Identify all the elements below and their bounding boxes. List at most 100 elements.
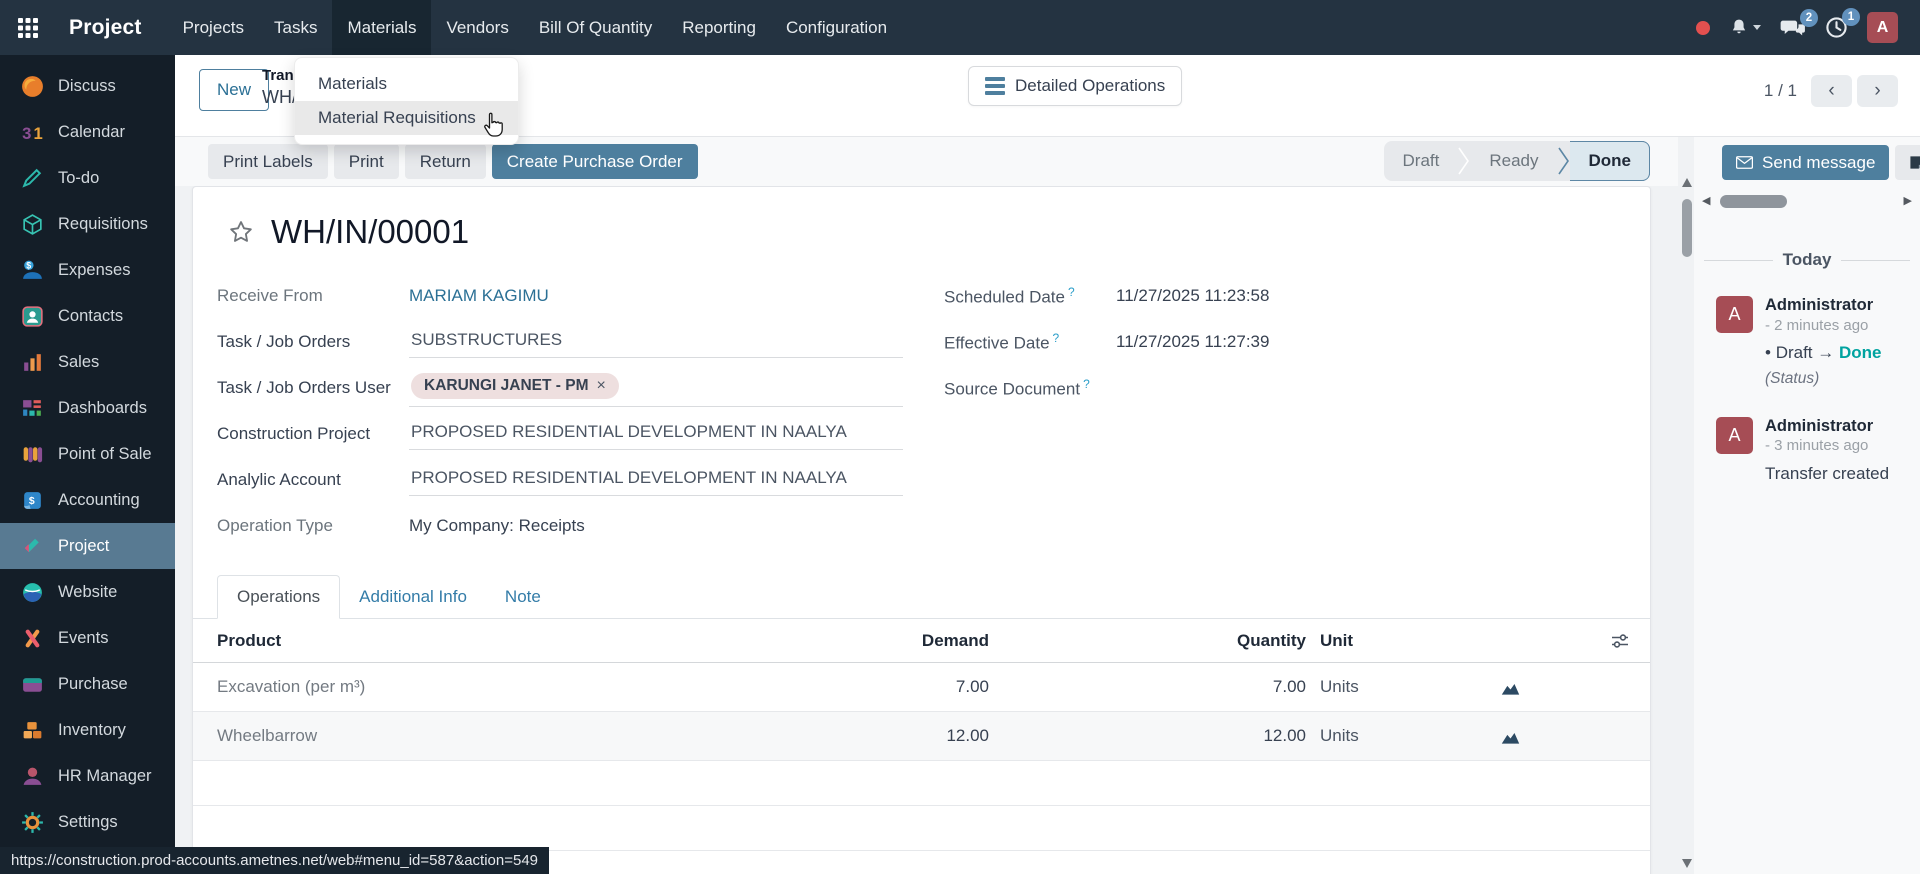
stage-draft[interactable]: Draft [1384, 141, 1459, 181]
sidebar-item-purchase[interactable]: Purchase [0, 661, 175, 707]
col-header-unit[interactable]: Unit [1306, 631, 1501, 651]
current-app-label[interactable]: Project [55, 16, 168, 40]
pager-next-button[interactable]: › [1857, 75, 1898, 107]
print-labels-button[interactable]: Print Labels [208, 144, 328, 179]
project-icon [20, 534, 45, 559]
activities-clock-icon[interactable]: 1 [1825, 16, 1848, 39]
sidebar-item-todo[interactable]: To-do [0, 155, 175, 201]
construction-project-value[interactable]: PROPOSED RESIDENTIAL DEVELOPMENT IN NAAL… [409, 419, 903, 450]
col-header-demand[interactable]: Demand [717, 631, 989, 651]
stage-ready[interactable]: Ready [1470, 141, 1557, 181]
print-button[interactable]: Print [334, 144, 399, 179]
unit-cell[interactable]: Units [1306, 677, 1501, 697]
sidebar-item-events[interactable]: Events [0, 615, 175, 661]
sidebar-item-requisitions[interactable]: Requisitions [0, 201, 175, 247]
scroll-right-arrow-icon[interactable]: ▶ [1904, 196, 1912, 207]
quantity-cell[interactable]: 7.00 [989, 677, 1306, 697]
task-job-orders-value[interactable]: SUBSTRUCTURES [409, 327, 903, 358]
product-cell[interactable]: Wheelbarrow [217, 726, 717, 746]
bullet-icon: • [1765, 343, 1771, 362]
sidebar-item-settings[interactable]: Settings [0, 799, 175, 845]
help-icon[interactable]: ? [1053, 331, 1060, 345]
status-pipeline: Draft Ready Done [1384, 141, 1650, 181]
table-row[interactable]: Excavation (per m³) 7.00 7.00 Units [193, 663, 1650, 712]
user-avatar[interactable]: A [1867, 12, 1898, 43]
sidebar-item-label: Website [58, 583, 117, 602]
demand-cell[interactable]: 7.00 [717, 677, 989, 697]
svg-text:3: 3 [22, 123, 31, 142]
forecast-chart-icon[interactable] [1501, 728, 1630, 745]
send-message-button[interactable]: Send message [1722, 145, 1889, 180]
contacts-icon [20, 304, 45, 329]
menu-item-materials[interactable]: Materials [295, 67, 518, 101]
table-row[interactable]: Wheelbarrow 12.00 12.00 Units [193, 712, 1650, 761]
nav-item-vendors[interactable]: Vendors [431, 0, 523, 55]
nav-item-tasks[interactable]: Tasks [259, 0, 332, 55]
favorite-star-icon[interactable] [228, 219, 254, 245]
chatter-scrollbar-thumb[interactable] [1720, 195, 1787, 208]
svg-text:$: $ [26, 260, 31, 270]
analytic-account-value[interactable]: PROPOSED RESIDENTIAL DEVELOPMENT IN NAAL… [409, 465, 903, 496]
record-name-field[interactable]: WH/IN/00001 [271, 213, 469, 251]
messages-icon[interactable]: 2 [1780, 17, 1806, 39]
sidebar-item-inventory[interactable]: Inventory [0, 707, 175, 753]
quantity-cell[interactable]: 12.00 [989, 726, 1306, 746]
vertical-scrollbar[interactable] [1681, 178, 1693, 868]
sidebar-item-hr-manager[interactable]: HR Manager [0, 753, 175, 799]
scroll-left-arrow-icon[interactable]: ◀ [1702, 196, 1710, 207]
col-header-quantity[interactable]: Quantity [989, 631, 1306, 651]
sidebar-item-sales[interactable]: Sales [0, 339, 175, 385]
scroll-down-arrow-icon[interactable] [1682, 859, 1692, 868]
day-divider: Today [1704, 250, 1910, 270]
forecast-chart-icon[interactable] [1501, 679, 1630, 696]
stage-done[interactable]: Done [1570, 141, 1651, 181]
operation-type-value[interactable]: My Company: Receipts [409, 516, 585, 536]
nav-item-projects[interactable]: Projects [168, 0, 259, 55]
sidebar-item-expenses[interactable]: $ Expenses [0, 247, 175, 293]
note-icon [1909, 155, 1920, 170]
sidebar-item-discuss[interactable]: Discuss [0, 63, 175, 109]
field-effective-date: Effective Date? 11/27/2025 11:27:39 [944, 319, 1650, 365]
task-job-orders-user-value[interactable]: KARUNGI JANET - PM × [409, 370, 903, 407]
sidebar-item-contacts[interactable]: Contacts [0, 293, 175, 339]
col-header-product[interactable]: Product [217, 631, 717, 651]
detailed-operations-button[interactable]: Detailed Operations [968, 66, 1182, 106]
product-cell[interactable]: Excavation (per m³) [217, 677, 717, 697]
pager-previous-button[interactable]: ‹ [1811, 75, 1852, 107]
demand-cell[interactable]: 12.00 [717, 726, 989, 746]
nav-item-reporting[interactable]: Reporting [667, 0, 771, 55]
nav-item-materials[interactable]: Materials [332, 0, 431, 55]
sidebar-item-dashboards[interactable]: Dashboards [0, 385, 175, 431]
optional-columns-icon[interactable] [1501, 631, 1630, 651]
help-icon[interactable]: ? [1068, 285, 1075, 299]
sidebar-item-point-of-sale[interactable]: Point of Sale [0, 431, 175, 477]
sidebar-item-accounting[interactable]: $ Accounting [0, 477, 175, 523]
empty-table-row [193, 806, 1650, 851]
remove-tag-icon[interactable]: × [596, 377, 605, 395]
user-tag[interactable]: KARUNGI JANET - PM × [411, 373, 619, 399]
return-button[interactable]: Return [405, 144, 486, 179]
help-icon[interactable]: ? [1083, 377, 1090, 391]
unit-cell[interactable]: Units [1306, 726, 1501, 746]
effective-date-value[interactable]: 11/27/2025 11:27:39 [1116, 332, 1269, 352]
nav-item-configuration[interactable]: Configuration [771, 0, 902, 55]
sidebar-item-project[interactable]: Project [0, 523, 175, 569]
notifications-bell-icon[interactable] [1729, 17, 1761, 38]
envelope-icon [1736, 156, 1753, 169]
scroll-up-arrow-icon[interactable] [1682, 178, 1692, 187]
nav-item-bill-of-quantity[interactable]: Bill Of Quantity [524, 0, 667, 55]
create-purchase-order-button[interactable]: Create Purchase Order [492, 144, 698, 179]
tab-note[interactable]: Note [486, 576, 560, 618]
new-button[interactable]: New [199, 69, 269, 111]
tab-additional-info[interactable]: Additional Info [340, 576, 486, 618]
scheduled-date-value[interactable]: 11/27/2025 11:23:58 [1116, 286, 1269, 306]
sidebar-item-website[interactable]: Website [0, 569, 175, 615]
chatter-message: A Administrator - 3 minutes ago Transfer… [1694, 417, 1920, 487]
log-note-button[interactable]: Log note [1895, 145, 1920, 180]
sidebar-item-calendar[interactable]: 31 Calendar [0, 109, 175, 155]
field-label: Task / Job Orders [217, 332, 409, 352]
scrollbar-thumb[interactable] [1682, 199, 1692, 257]
tab-operations[interactable]: Operations [217, 575, 340, 619]
receive-from-value[interactable]: MARIAM KAGIMU [409, 286, 549, 306]
apps-grid-icon[interactable] [0, 0, 55, 55]
